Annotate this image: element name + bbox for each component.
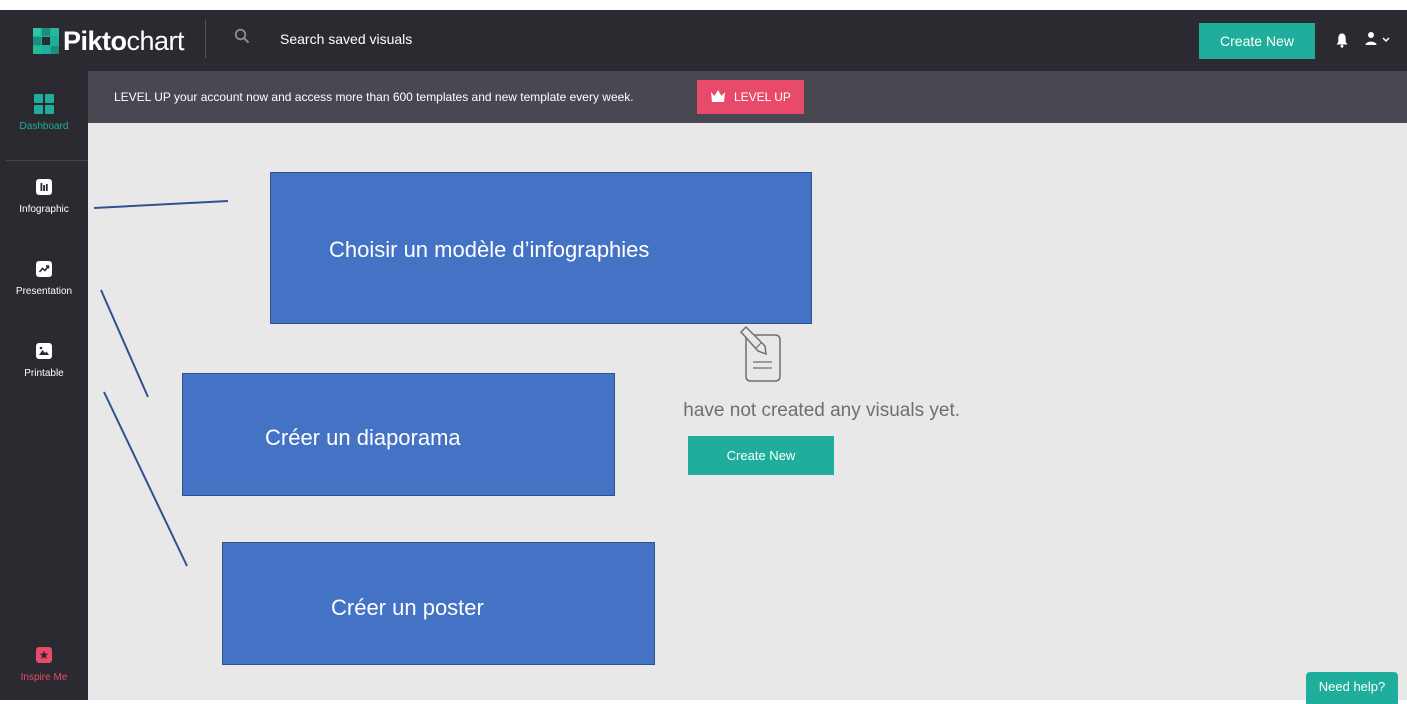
annotation-text: Créer un poster [331, 595, 484, 620]
connector-line-presentation [100, 289, 149, 398]
annotation-text: Choisir un modèle d’infographies [329, 237, 650, 262]
annotation-connector-lines [93, 200, 229, 567]
annotation-box-printable: Créer un poster [222, 542, 655, 665]
annotation-box-infographic: Choisir un modèle d’infographies [270, 172, 812, 324]
annotation-box-presentation: Créer un diaporama [182, 373, 615, 496]
connector-line-infographic [93, 200, 229, 209]
connector-line-printable [103, 391, 188, 567]
annotation-text: Créer un diaporama [265, 425, 461, 450]
